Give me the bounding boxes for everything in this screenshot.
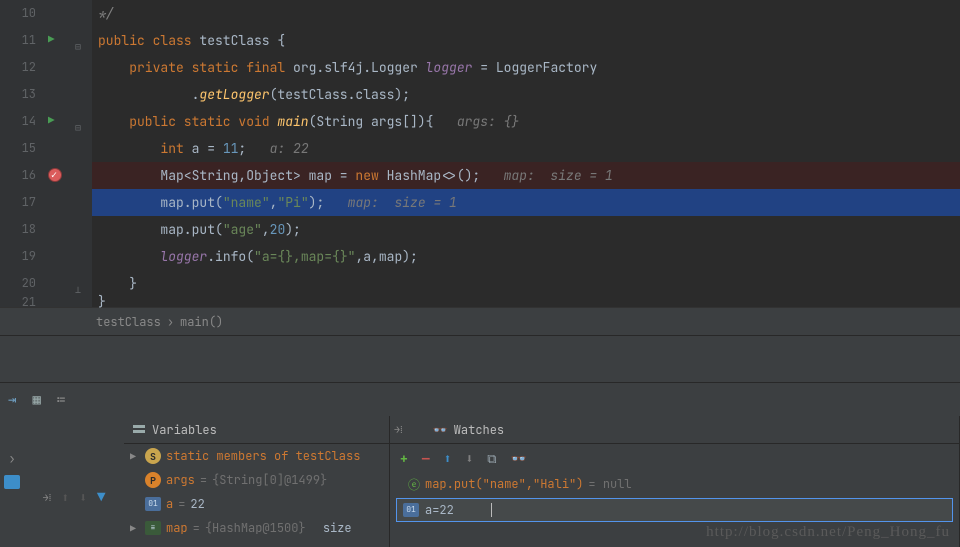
down-icon[interactable]: ⬇ bbox=[79, 489, 87, 506]
watch-input[interactable]: 01 bbox=[396, 498, 953, 522]
variables-icon bbox=[132, 423, 146, 437]
breakpoint-icon[interactable] bbox=[48, 168, 62, 182]
code-line: */ bbox=[98, 5, 114, 22]
move-up-icon[interactable]: ⬆ bbox=[444, 450, 452, 467]
watch-expression-field[interactable] bbox=[425, 502, 485, 518]
inline-hint: a: 22 bbox=[270, 140, 309, 157]
copy-icon[interactable]: ⧉ bbox=[487, 450, 496, 467]
settings-icon[interactable]: ≔ bbox=[57, 391, 65, 409]
inline-hint: args: {} bbox=[457, 113, 519, 130]
variable-row[interactable]: ▶Sstatic members of testClass bbox=[124, 444, 389, 468]
watermark-text: http://blog.csdn.net/Peng_Hong_fu bbox=[706, 524, 950, 541]
watch-eval-icon: ⓔ bbox=[408, 476, 420, 493]
restore-layout-icon[interactable]: ⇥ bbox=[8, 391, 16, 409]
debug-toolbar: ⇥ ▦ ≔ bbox=[0, 383, 960, 416]
glasses-icon: 👓 bbox=[433, 422, 448, 438]
line-number-gutter: 101112131415161718192021 bbox=[0, 0, 44, 307]
variables-panel: Variables ▶Sstatic members of testClass … bbox=[124, 416, 390, 547]
code-area[interactable]: */ public class testClass { private stat… bbox=[92, 0, 960, 307]
calculator-icon[interactable]: ▦ bbox=[32, 391, 40, 409]
breadcrumb[interactable]: testClass›main() bbox=[0, 307, 960, 335]
filter-icon[interactable]: ▼ bbox=[97, 489, 105, 507]
marker-icon[interactable]: › bbox=[8, 450, 16, 467]
gutter-icons: ▶ ▶ bbox=[44, 0, 72, 307]
debug-left-strip: › bbox=[0, 416, 24, 547]
variable-row[interactable]: Pargs= {String[0]@1499} bbox=[124, 468, 389, 492]
variable-row[interactable]: 01a= 22 bbox=[124, 492, 389, 516]
watches-toolbar: + — ⬆ ⬇ ⧉ 👓 bbox=[390, 444, 959, 472]
run-icon[interactable]: ▶ bbox=[48, 114, 55, 128]
text-caret bbox=[491, 503, 492, 517]
inline-hint: map: size = 1 bbox=[348, 194, 457, 211]
up-icon[interactable]: ⬆ bbox=[61, 489, 69, 506]
variables-header: Variables bbox=[124, 416, 389, 444]
debug-nav-toolbar: →⁞ ⬆ ⬇ ▼ bbox=[24, 416, 124, 547]
run-icon[interactable]: ▶ bbox=[48, 33, 55, 47]
fold-gutter: ⊟⊟⊥ bbox=[72, 0, 92, 307]
separator-bar bbox=[0, 335, 960, 383]
show-watches-icon[interactable]: 👓 bbox=[511, 450, 527, 467]
inline-hint: map: size = 1 bbox=[504, 167, 613, 184]
tab-icon[interactable] bbox=[4, 475, 20, 489]
remove-watch-icon[interactable]: — bbox=[422, 450, 430, 467]
watch-row[interactable]: ⓔ map.put("name","Hali") = null bbox=[390, 472, 959, 496]
code-editor[interactable]: 101112131415161718192021 ▶ ▶ ⊟⊟⊥ */ publ… bbox=[0, 0, 960, 307]
add-watch-icon[interactable]: + bbox=[400, 450, 408, 467]
breadcrumb-method[interactable]: main() bbox=[174, 314, 229, 330]
move-down-icon[interactable]: ⬇ bbox=[465, 450, 473, 467]
watches-header: →⁞ 👓 Watches bbox=[390, 416, 959, 444]
eval-badge-icon: 01 bbox=[403, 503, 419, 517]
execution-line: map.put("name","Pi"); map: size = 1 bbox=[92, 189, 960, 216]
breadcrumb-class[interactable]: testClass bbox=[90, 314, 167, 330]
variable-row[interactable]: ▶≡map= {HashMap@1500} size bbox=[124, 516, 389, 540]
